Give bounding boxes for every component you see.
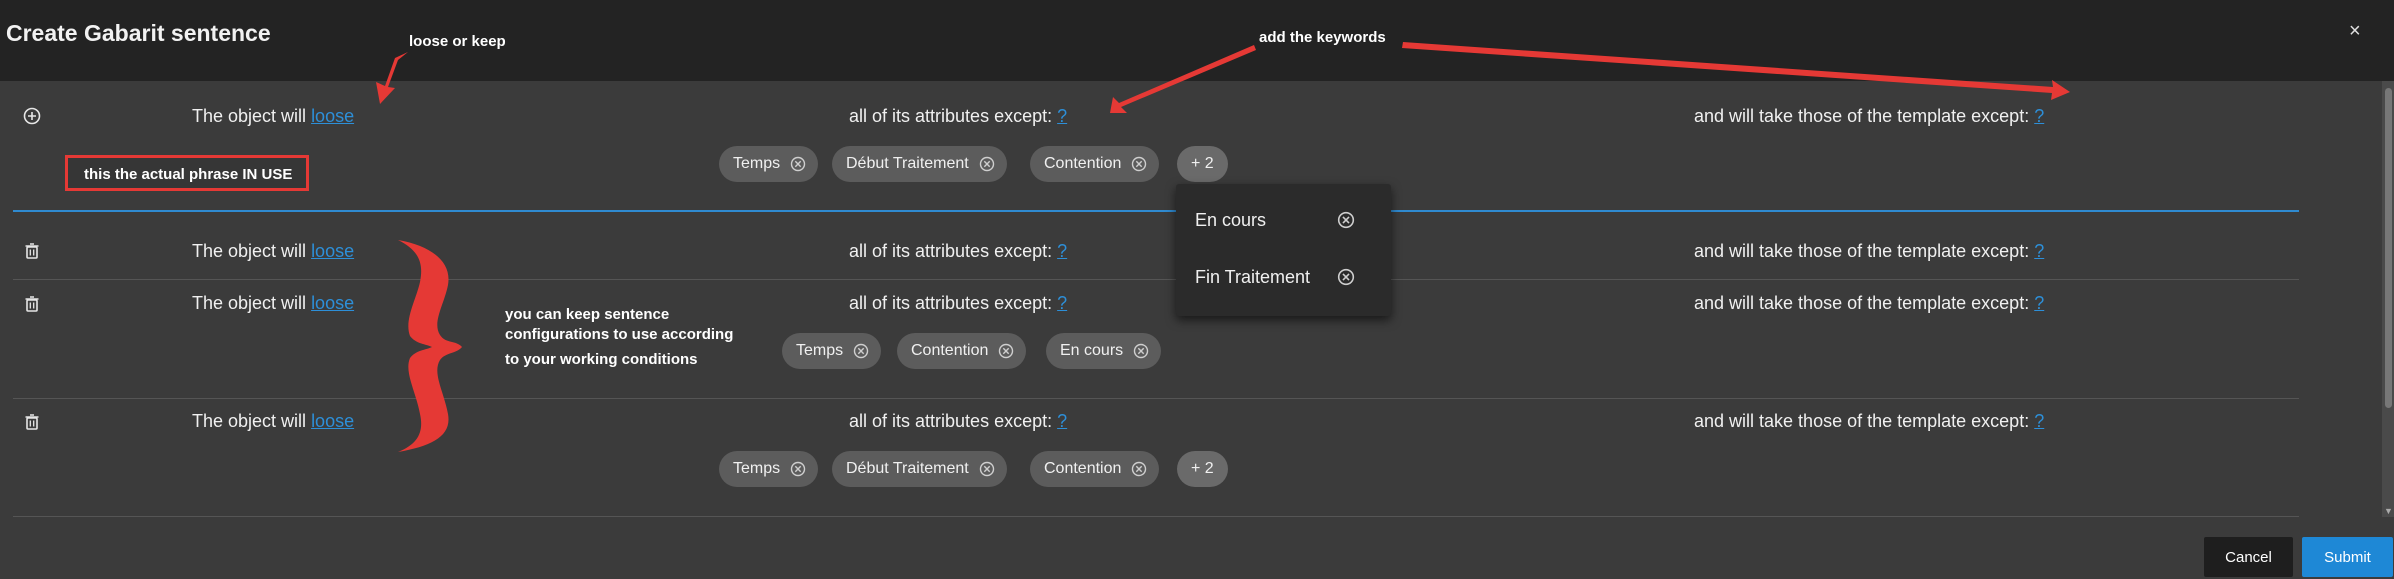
annotation-overlay	[376, 42, 2070, 452]
arrow-to-loose	[376, 52, 408, 104]
arrow-to-template	[1402, 42, 2070, 100]
brace-icon	[398, 240, 462, 452]
arrow-to-attributes	[1110, 45, 1256, 113]
cancel-button[interactable]: Cancel	[2204, 537, 2293, 577]
submit-button[interactable]: Submit	[2302, 537, 2393, 577]
